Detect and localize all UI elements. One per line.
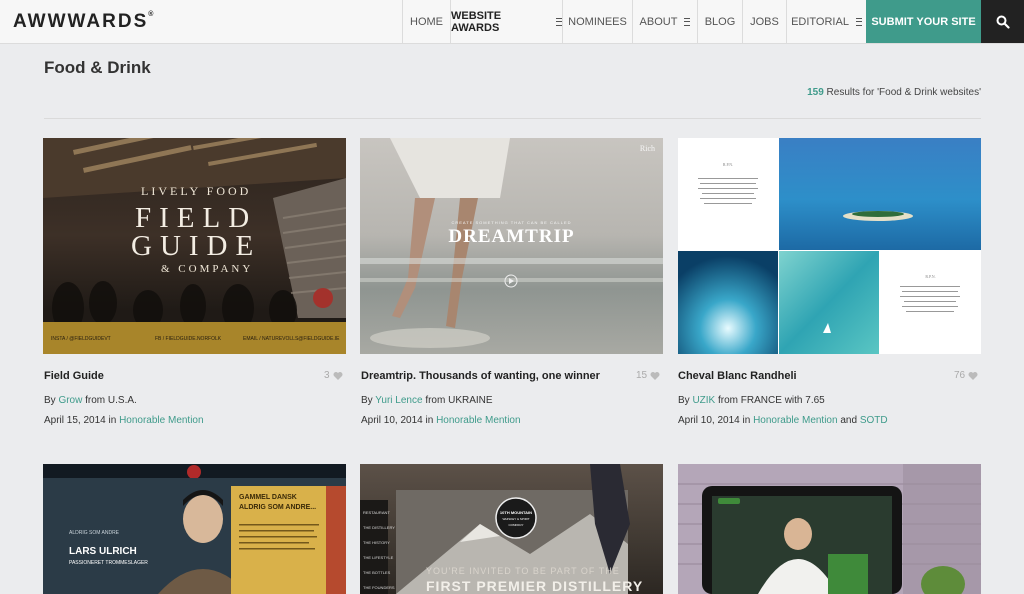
likes-count[interactable]: 15: [636, 370, 660, 381]
awwwards-logo[interactable]: AWWWARDS®: [13, 11, 153, 33]
thumb-text: FIRST PREMIER DISTILLERY: [426, 578, 644, 594]
likes-count[interactable]: 3: [324, 370, 343, 381]
portrait-photo-illustration: [43, 464, 346, 594]
thumb-text: R.P.N.: [925, 274, 936, 279]
card-date-line: April 15, 2014 in Honorable Mention: [44, 415, 204, 426]
thumb-text: & COMPANY: [161, 263, 254, 275]
card-date-line: April 10, 2014 in Honorable Mention: [361, 415, 521, 426]
page-title: Food & Drink: [44, 58, 151, 77]
site-thumbnail-gammel-dansk[interactable]: ALDRIG SOM ANDRE LARS ULRICH PASSIONERET…: [43, 464, 346, 594]
thumb-text: PASSIONERET TROMMESLAGER: [69, 560, 148, 566]
nav-nominees[interactable]: NOMINEES: [562, 0, 632, 43]
card-title[interactable]: Dreamtrip. Thousands of wanting, one win…: [361, 370, 600, 382]
site-thumbnail-dreamtrip[interactable]: Rich CREATE SOMETHING THAT CAN BE CALLED…: [360, 138, 663, 354]
author-link[interactable]: Grow: [58, 395, 82, 406]
card-author-line: By Yuri Lence from UKRAINE: [361, 395, 493, 406]
site-thumbnail-cheval-blanc[interactable]: R.P.N. R.P.N.: [678, 138, 981, 354]
search-icon: [996, 15, 1010, 29]
menu-lines-icon: [855, 17, 862, 26]
thumb-text: LARS ULRICH: [69, 546, 137, 557]
nav-website-awards[interactable]: WEBSITE AWARDS: [450, 0, 562, 43]
thumb-text: GAMMEL DANSK: [239, 494, 297, 501]
nav-home[interactable]: HOME: [402, 0, 450, 43]
thumb-text: FB / FIELDGUIDE.NORFOLK: [155, 336, 222, 342]
award-link-sotd[interactable]: SOTD: [860, 415, 888, 426]
author-link[interactable]: Yuri Lence: [375, 395, 422, 406]
results-summary: 159 Results for 'Food & Drink websites': [807, 87, 981, 98]
submit-your-site-button[interactable]: SUBMIT YOUR SITE: [866, 0, 981, 43]
author-link[interactable]: UZIK: [692, 395, 715, 406]
card-title[interactable]: Cheval Blanc Randheli: [678, 370, 797, 382]
card-author-line: By Grow from U.S.A.: [44, 395, 137, 406]
nav-editorial[interactable]: EDITORIAL: [786, 0, 866, 43]
thumb-text: EMAIL / NATUREVOLLS@FIELDGUIDE.IE: [243, 336, 340, 342]
thumb-text: INSTA / @FIELDGUIDEVT: [51, 336, 111, 342]
thumb-text: GUIDE: [131, 230, 262, 262]
nav-blog[interactable]: BLOG: [697, 0, 742, 43]
thumb-text: CREATE SOMETHING THAT CAN BE CALLED: [451, 220, 572, 225]
award-link[interactable]: Honorable Mention: [753, 415, 838, 426]
card-author-line: By UZIK from FRANCE with 7.65: [678, 395, 825, 406]
thumb-menu: RESTAURANT THE DISTILLERY THE HISTORY THE L…: [363, 510, 395, 590]
thumb-text: R.P.N.: [722, 162, 734, 167]
thumb-text: COMPANY: [508, 523, 524, 527]
site-thumbnail-field-guide[interactable]: LIVELY FOOD FIELD GUIDE & COMPANY INSTA …: [43, 138, 346, 354]
score: 7.65: [805, 395, 825, 406]
card-date-line: April 10, 2014 in Honorable Mention and …: [678, 415, 888, 426]
site-thumbnail-10th-mountain[interactable]: RESTAURANT THE DISTILLERY THE HISTORY THE L…: [360, 464, 663, 594]
menu-lines-icon: [684, 17, 691, 26]
thumb-text: DREAMTRIP: [448, 226, 575, 247]
thumb-text: WHISKEY & SPIRIT: [502, 517, 530, 521]
thumb-text: ALDRIG SOM ANDRE: [69, 530, 120, 536]
award-link[interactable]: Honorable Mention: [119, 415, 204, 426]
results-count: 159: [807, 87, 824, 98]
thumb-text: LIVELY FOOD: [141, 184, 252, 198]
thumb-text: ALDRIG SOM ANDRE...: [239, 504, 317, 511]
award-link[interactable]: Honorable Mention: [436, 415, 521, 426]
heart-icon: [333, 371, 343, 380]
site-thumbnail-chef-tablet[interactable]: [678, 464, 981, 594]
thumb-text: Rich: [639, 144, 655, 153]
thumb-text: YOU'RE INVITED TO BE PART OF THE: [426, 566, 620, 576]
top-navigation-bar: AWWWARDS® HOME WEBSITE AWARDS NOMINEES A…: [0, 0, 1024, 44]
thumb-text: 10TH MOUNTAIN: [499, 510, 533, 515]
tablet-photo-illustration: [678, 464, 981, 594]
search-button[interactable]: [981, 0, 1024, 43]
card-title[interactable]: Field Guide: [44, 370, 104, 382]
divider: [44, 118, 981, 119]
likes-count[interactable]: 76: [954, 370, 978, 381]
heart-icon: [650, 371, 660, 380]
nav-jobs[interactable]: JOBS: [742, 0, 786, 43]
island-photo-collage: [678, 138, 981, 354]
nav-about[interactable]: ABOUT: [632, 0, 697, 43]
heart-icon: [968, 371, 978, 380]
